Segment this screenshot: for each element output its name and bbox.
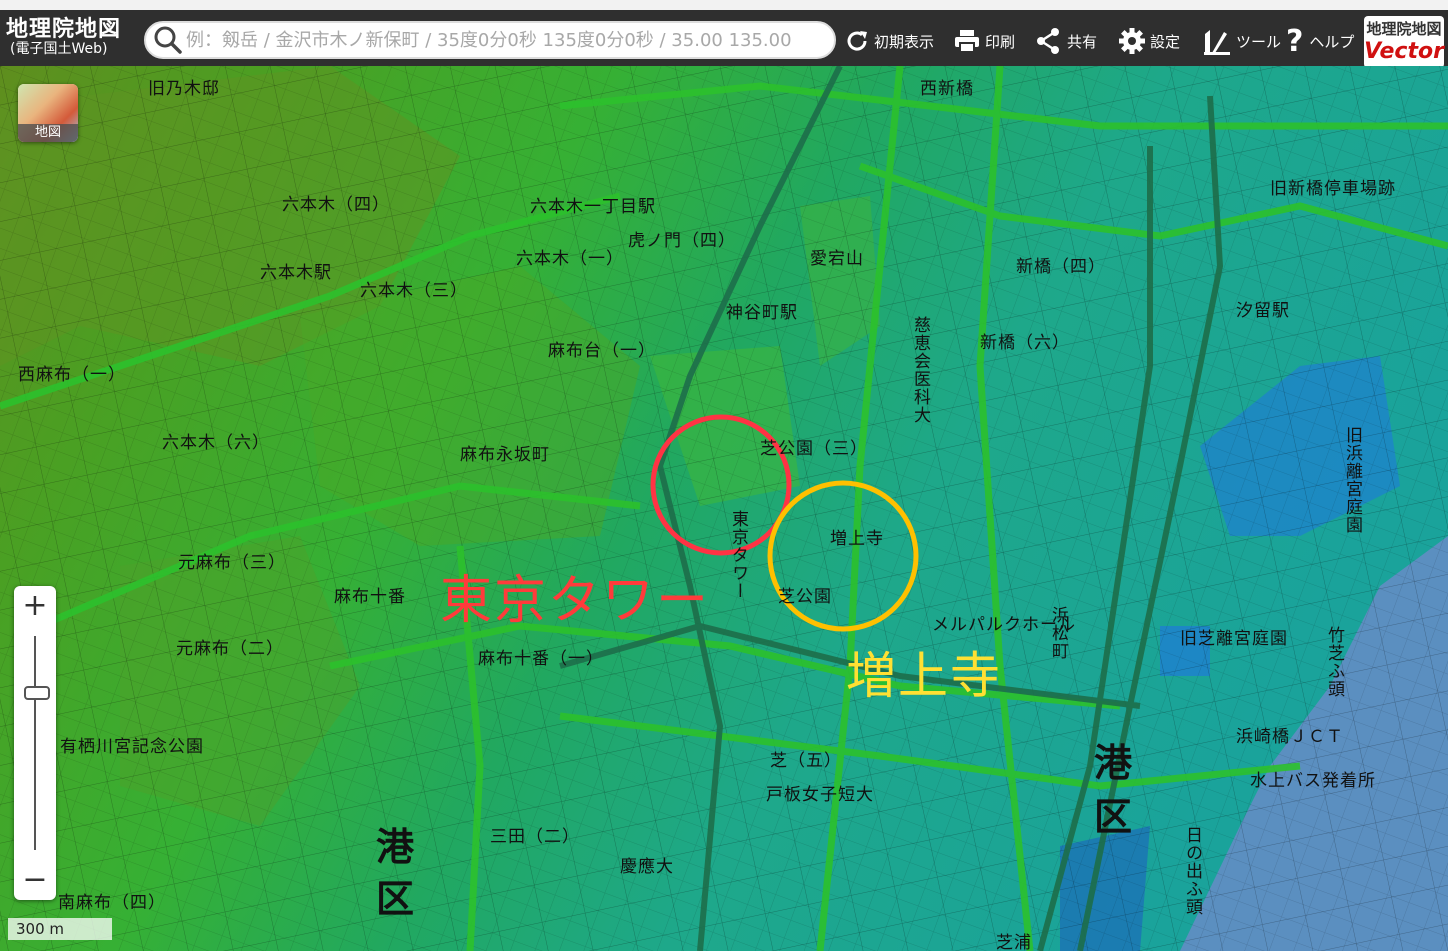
layer-switch-label: 地図 (18, 124, 78, 142)
place-label: 水上バス発着所 (1250, 771, 1376, 791)
share-button[interactable]: 共有 (1035, 24, 1097, 58)
reset-view-label: 初期表示 (874, 32, 935, 51)
place-label: 浜松町 (1048, 606, 1068, 660)
place-label: 旧浜離宮庭園 (1342, 426, 1362, 534)
place-label: 六本木（六） (162, 433, 270, 453)
place-label: 芝公園 (778, 587, 832, 607)
tokyo-tower-annotation: 東京タワー (440, 571, 711, 631)
app-title: 地理院地図 (6, 17, 122, 42)
place-label: 南麻布（四） (58, 893, 166, 913)
place-label: 戸板女子短大 (766, 785, 874, 805)
search-box[interactable] (144, 21, 836, 59)
tools-button[interactable]: ツール (1202, 24, 1281, 58)
place-label: 日の出ふ頭 (1182, 826, 1202, 916)
ward-label: 港 (1094, 741, 1133, 785)
print-button[interactable]: 印刷 (953, 24, 1015, 58)
place-label: 旧芝離宮庭園 (1180, 629, 1288, 649)
zojoji-annotation: 増上寺 (846, 647, 1002, 705)
place-label: 西麻布（一） (18, 365, 126, 385)
place-label: 元麻布（三） (178, 553, 286, 573)
map-canvas[interactable]: 旧乃木邸 六本木（四） 六本木（三） 六本木（一） 六本木駅 六本木一丁目駅 虎… (0, 66, 1448, 951)
help-icon: ? (1286, 23, 1304, 59)
tools-label: ツール (1236, 32, 1282, 51)
refresh-icon (847, 31, 867, 51)
printer-icon (955, 30, 979, 53)
share-icon (1037, 28, 1059, 54)
place-label: 有栖川宮記念公園 (60, 737, 204, 757)
vector-map-badge[interactable]: 地理院地図 Vector (1364, 16, 1444, 68)
search-icon[interactable] (152, 24, 184, 56)
layer-switch-button[interactable]: 地図 (18, 84, 78, 142)
place-label: 六本木（四） (282, 195, 390, 215)
zoom-out-button[interactable]: − (14, 860, 56, 900)
zoom-in-button[interactable]: + (14, 586, 56, 626)
place-label: 汐留駅 (1236, 301, 1290, 321)
header-bar: 地理院地図 (電子国土Web) 初期表示 印刷 共有 (0, 0, 1448, 68)
place-label: 麻布十番（一） (478, 649, 604, 669)
place-label: 三田（二） (490, 827, 580, 847)
place-label: 新橋（六） (980, 333, 1070, 353)
place-label: 旧乃木邸 (148, 79, 220, 99)
tools-icon (1204, 30, 1230, 55)
place-label: 東京タワー (728, 510, 748, 600)
place-label: 神谷町駅 (726, 303, 798, 323)
place-label: 元麻布（二） (176, 639, 284, 659)
place-label: 芝（五） (770, 751, 842, 771)
help-button[interactable]: ? ヘルプ (1286, 23, 1355, 59)
place-label: 麻布十番 (334, 587, 406, 607)
share-label: 共有 (1067, 32, 1098, 51)
scale-bar: 300 m (8, 918, 112, 940)
zoom-control: + − (14, 586, 56, 900)
print-label: 印刷 (985, 32, 1016, 51)
place-label: 慶應大 (620, 857, 674, 877)
reset-view-button[interactable]: 初期表示 (844, 24, 934, 58)
scale-label: 300 m (16, 920, 65, 938)
app-logo[interactable]: 地理院地図 (電子国土Web) (6, 18, 121, 57)
app-subtitle: (電子国土Web) (10, 41, 108, 57)
place-label: 増上寺 (830, 529, 884, 549)
ward-label: 区 (1094, 795, 1133, 839)
vector-badge-line1: 地理院地図 (1366, 20, 1442, 38)
place-label: 新橋（四） (1016, 257, 1106, 277)
vector-badge-line2: Vector (1364, 39, 1444, 64)
place-label: 旧新橋停車場跡 (1270, 179, 1396, 199)
place-label: 慈恵会医科大 (910, 316, 930, 424)
ward-label: 港 (376, 825, 415, 869)
place-label: 浜崎橋ＪＣＴ (1236, 727, 1344, 747)
gear-icon (1119, 28, 1145, 54)
place-label: 芝浦 (996, 933, 1032, 951)
place-label: 六本木（三） (360, 281, 468, 301)
place-label: 虎ノ門（四） (628, 231, 736, 251)
place-label: 六本木（一） (516, 249, 624, 269)
settings-label: 設定 (1150, 32, 1181, 51)
place-label: 六本木駅 (260, 263, 332, 283)
place-label: 麻布永坂町 (460, 445, 550, 465)
help-label: ヘルプ (1309, 32, 1355, 51)
place-label: 芝公園（三） (760, 439, 868, 459)
place-label: 愛宕山 (810, 249, 864, 269)
place-label: 六本木一丁目駅 (530, 197, 656, 217)
relief-map[interactable] (0, 66, 1448, 951)
place-label: 麻布台（一） (548, 341, 656, 361)
zoom-slider-handle[interactable] (24, 686, 50, 700)
place-label: 竹芝ふ頭 (1324, 626, 1344, 698)
search-input[interactable] (184, 28, 834, 52)
ward-label: 区 (376, 877, 415, 921)
zoom-slider-track[interactable] (34, 636, 36, 850)
place-label: 西新橋 (920, 79, 974, 99)
settings-button[interactable]: 設定 (1118, 24, 1180, 58)
